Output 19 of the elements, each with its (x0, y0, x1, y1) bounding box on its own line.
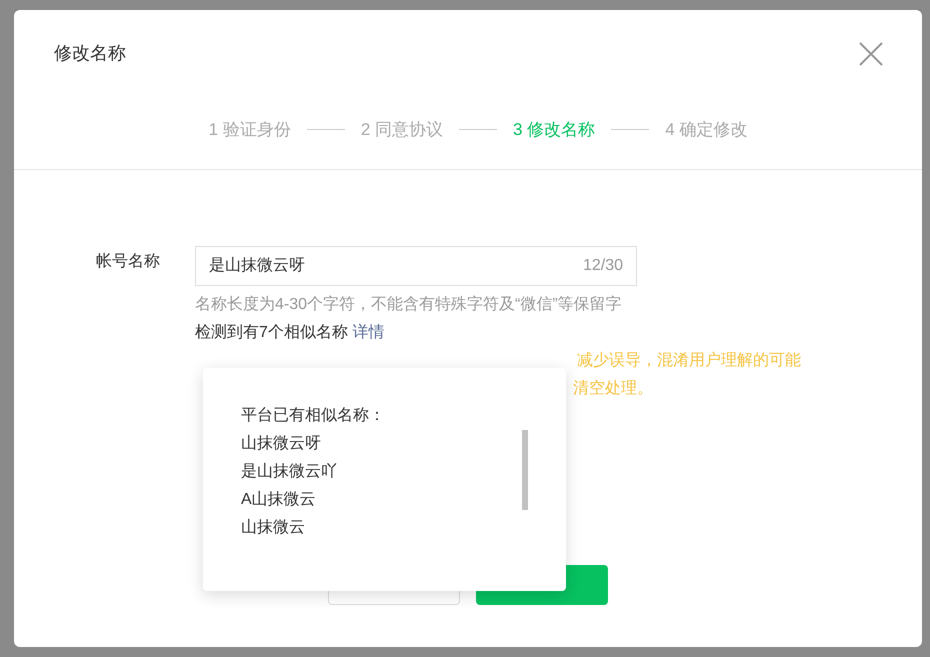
similar-text: 检测到有7个相似名称 (195, 324, 348, 340)
similar-name: 山抹微云 (241, 518, 306, 538)
step: 1 验证身份 (208, 117, 291, 142)
step: 3 修改名称 (513, 117, 596, 142)
warning-text: 清空处理。 (573, 380, 653, 396)
similar-name: A山抹微云 (241, 490, 317, 510)
hint-text: 名称长度为4-30个字符，不能含有特殊字符及“微信”等保留字 (195, 294, 623, 314)
popup-title: 平台已有相似名称： (241, 406, 385, 426)
close-icon[interactable] (858, 40, 884, 66)
field-label: 帐号名称 (96, 252, 160, 270)
name-field[interactable]: 是山抹微云呀 12/30 (195, 246, 637, 286)
step: 2 同意协议 (360, 117, 443, 142)
char-counter: 12/30 (582, 256, 623, 276)
dialog-title: 修改名称 (54, 42, 126, 65)
similar-name: 山抹微云呀 (241, 434, 322, 454)
step: 4 确定修改 (665, 117, 748, 142)
details-link[interactable]: 详情 (352, 324, 384, 340)
similar-name: 是山抹微云吖 (241, 462, 338, 482)
warning-text: 减少误导，混淆用户理解的可能 (577, 352, 801, 368)
